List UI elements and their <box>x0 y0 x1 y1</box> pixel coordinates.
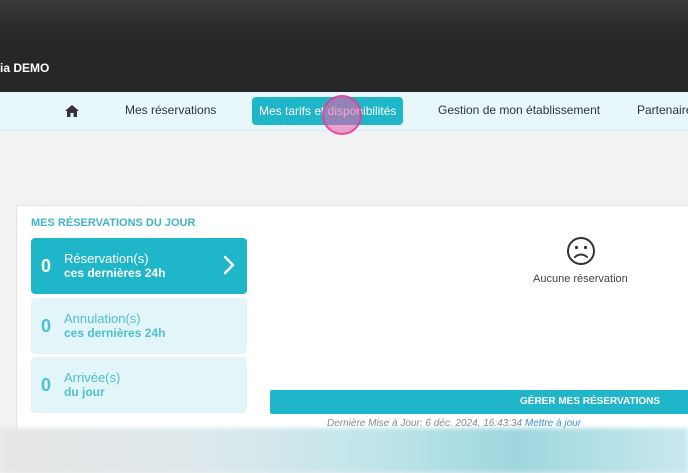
browser-chrome-blur <box>0 0 688 44</box>
home-icon[interactable] <box>64 104 80 118</box>
nav-item-reservations[interactable]: Mes réservations <box>125 103 216 117</box>
stat-sublabel: ces dernières 24h <box>64 266 166 280</box>
reservations-card: MES RÉSERVATIONS DU JOUR 0 Réservation(s… <box>16 205 688 447</box>
stat-reservations[interactable]: 0 Réservation(s) ces dernières 24h <box>31 238 247 294</box>
bottom-blur-overlay <box>0 428 688 473</box>
stat-label-group: Annulation(s) ces dernières 24h <box>64 311 165 341</box>
manage-reservations-label: GÉRER MES RÉSERVATIONS <box>520 396 661 407</box>
nav-item-etablissement[interactable]: Gestion de mon établissement <box>438 103 600 117</box>
stat-label: Annulation(s) <box>64 311 141 326</box>
manage-reservations-button[interactable]: GÉRER MES RÉSERVATIONS <box>270 390 688 414</box>
stat-label: Réservation(s) <box>64 251 149 266</box>
empty-state-text: Aucune réservation <box>533 273 628 285</box>
stat-label-group: Arrivée(s) du jour <box>64 370 120 400</box>
stat-label: Arrivée(s) <box>64 370 121 385</box>
stat-sublabel: du jour <box>64 385 105 399</box>
chevron-right-icon <box>223 255 235 280</box>
stat-count: 0 <box>41 316 52 336</box>
stat-count: 0 <box>41 256 52 276</box>
stat-arrivees[interactable]: 0 Arrivée(s) du jour <box>31 357 247 413</box>
nav-item-partenaire[interactable]: Partenaire <box>637 103 688 117</box>
app-header: ia DEMO <box>0 44 688 92</box>
app-title: ia DEMO <box>0 61 50 75</box>
stat-annulations[interactable]: 0 Annulation(s) ces dernières 24h <box>31 298 247 354</box>
sad-face-icon <box>566 236 596 271</box>
click-indicator <box>322 95 362 135</box>
stat-label-group: Réservation(s) ces dernières 24h <box>64 251 165 281</box>
stat-count: 0 <box>41 375 52 395</box>
stat-sublabel: ces dernières 24h <box>64 326 166 340</box>
card-title: MES RÉSERVATIONS DU JOUR <box>31 217 196 229</box>
